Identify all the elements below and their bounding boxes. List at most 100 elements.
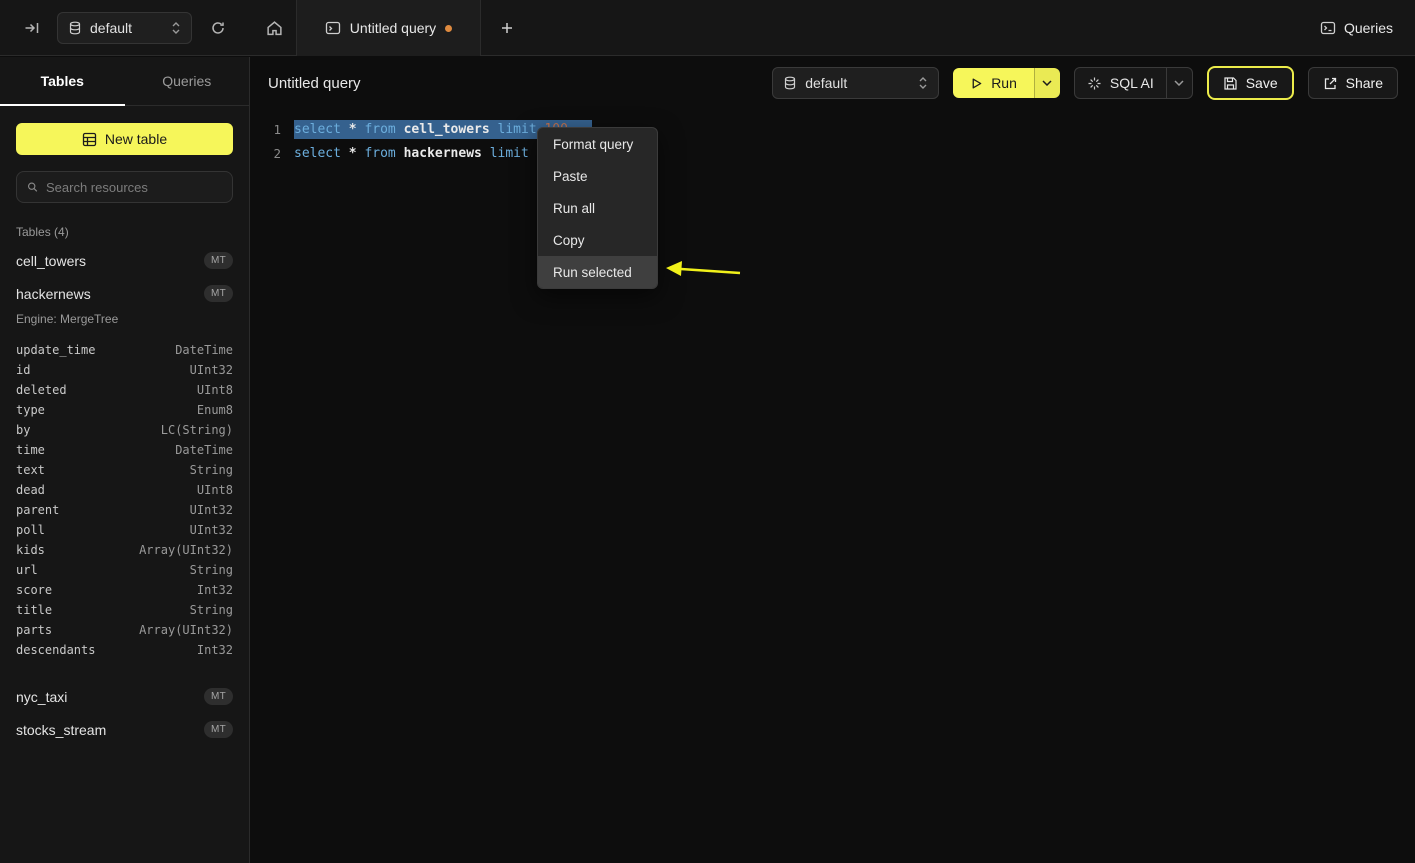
- line-number: 2: [251, 146, 281, 161]
- column-row: textString: [16, 460, 233, 480]
- sql-ai-button-label: SQL AI: [1110, 75, 1154, 91]
- column-type: UInt32: [190, 363, 233, 377]
- line-number: 1: [251, 122, 281, 137]
- column-row: descendantsInt32: [16, 640, 233, 660]
- table-row-hackernews[interactable]: hackernews MT: [0, 277, 249, 310]
- unsaved-indicator: [445, 25, 452, 32]
- column-type: UInt32: [190, 523, 233, 537]
- play-icon: [970, 77, 983, 90]
- sql-star: *: [349, 122, 365, 137]
- sql-ai-options-button[interactable]: [1166, 68, 1192, 98]
- column-row: id UInt32: [16, 360, 233, 380]
- database-selector[interactable]: default: [772, 67, 939, 99]
- table-row-stocks-stream[interactable]: stocks_stream MT: [0, 713, 249, 746]
- sql-keyword: from: [364, 146, 403, 161]
- column-name: update_time: [16, 343, 95, 357]
- code-line[interactable]: 1 select * from cell_towers limit 100: [251, 117, 1415, 141]
- new-table-button-label: New table: [105, 131, 167, 147]
- sidebar-tab-tables-label: Tables: [41, 73, 84, 89]
- table-name: hackernews: [16, 286, 91, 302]
- main-area: Untitled query default Run: [251, 57, 1415, 863]
- code-line[interactable]: 2 select * from hackernews limit: [251, 141, 1415, 165]
- search-icon: [27, 180, 38, 194]
- sidebar: Tables Queries New table Tables (4) cell…: [0, 57, 250, 863]
- run-options-button[interactable]: [1034, 68, 1060, 98]
- table-row-nyc-taxi[interactable]: nyc_taxi MT: [0, 680, 249, 713]
- column-type: UInt8: [197, 383, 233, 397]
- column-type: String: [190, 563, 233, 577]
- sidebar-tab-tables[interactable]: Tables: [0, 57, 125, 105]
- queries-button[interactable]: Queries: [1320, 0, 1393, 56]
- column-name: dead: [16, 483, 45, 497]
- sql-ai-button[interactable]: SQL AI: [1075, 68, 1166, 98]
- sidebar-tabs: Tables Queries: [0, 57, 249, 106]
- collapse-sidebar-button[interactable]: [18, 0, 46, 56]
- database-selector-value: default: [805, 75, 910, 91]
- column-row: kidsArray(UInt32): [16, 540, 233, 560]
- column-type: LC(String): [161, 423, 233, 437]
- context-menu-item-run-all[interactable]: Run all: [538, 192, 657, 224]
- sql-keyword: limit: [490, 146, 529, 161]
- column-type: String: [190, 463, 233, 477]
- home-icon: [266, 20, 283, 37]
- column-row: poll UInt32: [16, 520, 233, 540]
- column-name: id: [16, 363, 30, 377]
- queries-icon: [1320, 20, 1336, 36]
- plus-icon: [500, 21, 514, 35]
- column-row: partsArray(UInt32): [16, 620, 233, 640]
- context-menu-item-run-selected[interactable]: Run selected: [538, 256, 657, 288]
- context-menu: Format query Paste Run all Copy Run sele…: [537, 127, 658, 289]
- column-row: titleString: [16, 600, 233, 620]
- context-menu-item-paste[interactable]: Paste: [538, 160, 657, 192]
- save-button-label: Save: [1246, 75, 1278, 91]
- code-text: select * from hackernews limit: [294, 146, 529, 161]
- collapse-sidebar-icon: [24, 20, 40, 36]
- topbar: default Untitled query Queries: [0, 0, 1415, 56]
- query-tab[interactable]: Untitled query: [296, 0, 481, 56]
- column-row: timeDateTime: [16, 440, 233, 460]
- table-name: stocks_stream: [16, 722, 106, 738]
- topbar-database-selector[interactable]: default: [57, 12, 192, 44]
- database-selector-value: default: [90, 20, 163, 36]
- column-name: kids: [16, 543, 45, 557]
- search-input[interactable]: [46, 180, 222, 195]
- annotation-arrow: [651, 257, 751, 289]
- column-type: UInt8: [197, 483, 233, 497]
- share-icon: [1323, 76, 1338, 91]
- run-button-group: Run: [953, 68, 1060, 98]
- database-icon: [783, 76, 797, 90]
- run-button[interactable]: Run: [953, 68, 1034, 98]
- new-table-button[interactable]: New table: [16, 123, 233, 155]
- save-button[interactable]: Save: [1207, 66, 1294, 100]
- page-title: Untitled query: [268, 75, 361, 92]
- column-row: typeEnum8: [16, 400, 233, 420]
- sparkle-icon: [1087, 76, 1102, 91]
- sidebar-tab-queries[interactable]: Queries: [125, 57, 250, 105]
- chevron-down-icon: [1042, 80, 1052, 86]
- column-row: deletedUInt8: [16, 380, 233, 400]
- column-row: byLC(String): [16, 420, 233, 440]
- context-menu-item-copy[interactable]: Copy: [538, 224, 657, 256]
- refresh-button[interactable]: [203, 0, 233, 56]
- new-tab-button[interactable]: [492, 0, 522, 56]
- queries-button-label: Queries: [1344, 20, 1393, 36]
- home-tab-button[interactable]: [254, 0, 294, 56]
- table-icon: [82, 132, 97, 147]
- sql-ai-button-group: SQL AI: [1074, 67, 1193, 99]
- table-name: cell_towers: [16, 253, 86, 269]
- query-header: Untitled query default Run: [251, 57, 1415, 109]
- database-icon: [68, 21, 82, 35]
- context-menu-item-format-query[interactable]: Format query: [538, 128, 657, 160]
- column-row: parentUInt32: [16, 500, 233, 520]
- engine-badge: MT: [204, 252, 233, 269]
- sql-keyword: select: [294, 146, 349, 161]
- column-name: poll: [16, 523, 45, 537]
- tables-section-label: Tables (4): [16, 225, 233, 239]
- column-list: update_timeDateTime idUInt32 deletedUInt…: [0, 334, 249, 670]
- column-name: title: [16, 603, 52, 617]
- app-window: default Untitled query Queries Tables Qu…: [0, 0, 1415, 863]
- table-row-cell-towers[interactable]: cell_towers MT: [0, 244, 249, 277]
- sidebar-tab-queries-label: Queries: [162, 73, 211, 89]
- sql-editor[interactable]: 1 select * from cell_towers limit 100 2 …: [251, 109, 1415, 165]
- share-button[interactable]: Share: [1308, 67, 1398, 99]
